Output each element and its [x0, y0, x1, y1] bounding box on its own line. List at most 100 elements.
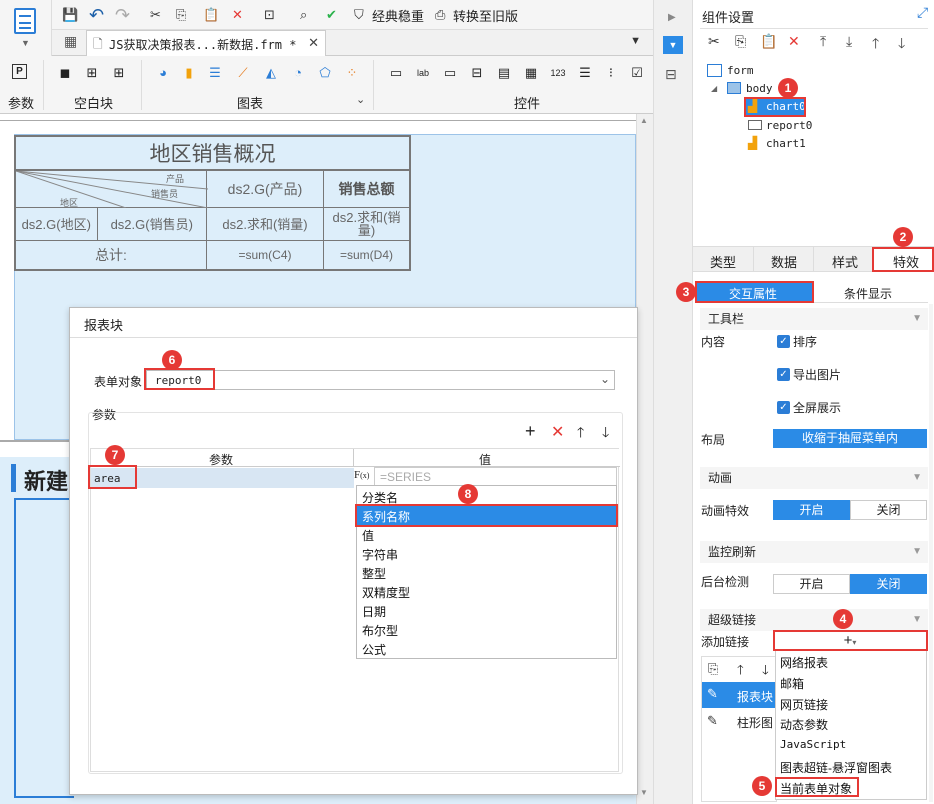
layout-icon[interactable]: ⊟ — [665, 66, 677, 83]
text-widget-icon[interactable]: lab — [414, 64, 432, 82]
textarea-widget-icon[interactable]: ☰ — [576, 64, 594, 82]
fullscreen-checkbox[interactable]: ✓ — [777, 401, 790, 414]
grid-icon[interactable]: ▦ — [64, 33, 77, 50]
undo-icon[interactable]: ↶ — [89, 5, 104, 25]
expand-icon[interactable]: ▶ — [668, 12, 676, 23]
radar-chart-icon[interactable]: ⬠ — [316, 64, 334, 82]
scroll-up-icon[interactable]: ▲ — [640, 116, 648, 125]
cut-icon[interactable]: ✂ — [150, 5, 161, 25]
tree-report0[interactable]: report0 — [766, 119, 812, 132]
report-table[interactable]: 地区销售概况 产品 销售员 地区 ds2.G(产品) 销售总额 ds2.G(地区… — [14, 135, 411, 271]
sort-checkbox[interactable]: ✓ — [777, 335, 790, 348]
monitor-on-button[interactable]: 开启 — [773, 574, 850, 594]
section-toolbar[interactable]: 工具栏 ▼ — [700, 308, 928, 330]
anim-off-button[interactable]: 关闭 — [850, 500, 927, 520]
pie-chart-icon[interactable]: ◕ — [154, 64, 172, 82]
save-icon[interactable]: 💾 — [62, 5, 78, 25]
theme-icon[interactable]: ⛉ — [354, 5, 364, 25]
form-object-select[interactable]: report0 ⌄ — [146, 370, 615, 390]
paste-icon[interactable]: 📋 — [203, 5, 219, 25]
delete-param-icon[interactable]: ✕ — [551, 422, 564, 442]
move-down-icon[interactable]: 🡓 — [602, 422, 609, 446]
preview-icon[interactable]: ⌕ — [300, 5, 307, 25]
convert-old-version-button[interactable]: 转换至旧版 — [453, 6, 518, 25]
bar-chart-icon[interactable]: ▮ — [180, 64, 198, 82]
option-formula[interactable]: 公式 — [362, 641, 386, 658]
section-hyperlink[interactable]: 超级链接 ▼ — [700, 609, 928, 631]
add-param-icon[interactable]: + — [525, 421, 536, 442]
area-chart-icon[interactable]: ◭ — [262, 64, 280, 82]
button-widget-icon[interactable]: ▭ — [441, 64, 459, 82]
link-menu-web-report[interactable]: 网络报表 — [780, 654, 828, 671]
tree-body[interactable]: body — [746, 82, 773, 95]
move-down-icon[interactable]: 🡓 — [762, 661, 769, 683]
copy-icon[interactable]: ⎘ — [176, 5, 186, 25]
formula-input[interactable]: =SERIES — [374, 467, 617, 486]
option-integer[interactable]: 整型 — [362, 565, 386, 582]
link-menu-email[interactable]: 邮箱 — [780, 675, 804, 692]
section-animation[interactable]: 动画 ▼ — [700, 467, 928, 489]
export-image-checkbox[interactable]: ✓ — [777, 368, 790, 381]
convert-icon[interactable]: ⎙ — [435, 5, 445, 25]
component-settings-toggle[interactable]: ▼ — [663, 36, 683, 54]
delete-icon[interactable]: ✕ — [232, 5, 243, 25]
edit-icon[interactable]: ✎ — [707, 713, 718, 729]
formula-type-button[interactable]: F(x) — [354, 466, 374, 486]
report-block-icon[interactable]: ⊞ — [110, 64, 128, 82]
tree-collapse-icon[interactable]: ◢ — [711, 84, 717, 93]
absolute-block-icon[interactable]: ◼ — [56, 64, 74, 82]
tree-chart1[interactable]: chart1 — [766, 137, 806, 150]
gauge-chart-icon[interactable]: ◔ — [289, 64, 307, 82]
app-menu-button[interactable]: ▼ — [0, 0, 52, 56]
move-top-icon[interactable]: ⤒ — [820, 33, 826, 50]
tree-form[interactable]: form — [727, 64, 754, 77]
file-tab[interactable]: 🗋 JS获取决策报表...新数据.frm * ✕ — [86, 30, 326, 56]
redo-icon[interactable]: ↷ — [115, 5, 130, 25]
move-up-icon[interactable]: 🡑 — [872, 33, 879, 57]
label-widget-icon[interactable]: ▭ — [387, 64, 405, 82]
tab-style[interactable]: 样式 — [832, 252, 858, 271]
edit-icon[interactable]: ✎ — [707, 686, 718, 702]
option-string[interactable]: 字符串 — [362, 546, 398, 563]
section-monitor[interactable]: 监控刷新 ▼ — [700, 541, 928, 563]
classic-theme-button[interactable]: 经典稳重 — [372, 6, 424, 25]
line-chart-icon[interactable]: ⟋ — [234, 64, 252, 82]
delete-icon[interactable]: ✕ — [788, 33, 800, 50]
link-row-2-label[interactable]: 柱形图 — [737, 714, 773, 731]
param-panel-icon[interactable]: P — [12, 64, 27, 79]
anim-on-button[interactable]: 开启 — [773, 500, 850, 520]
link-menu-dynamic-param[interactable]: 动态参数 — [780, 716, 828, 733]
chevron-down-icon[interactable]: ⌄ — [356, 93, 365, 106]
cut-icon[interactable]: ✂ — [708, 33, 720, 50]
close-icon[interactable]: ✕ — [308, 35, 319, 51]
template-icon[interactable]: ⊡ — [264, 5, 275, 25]
copy-icon[interactable]: ⎘ — [708, 661, 718, 677]
move-up-icon[interactable]: 🡑 — [737, 661, 744, 683]
list-widget-icon[interactable]: ▤ — [495, 64, 513, 82]
tab-data[interactable]: 数据 — [771, 252, 797, 271]
paste-icon[interactable]: 📋 — [760, 33, 777, 50]
horizontal-bar-icon[interactable]: ☰ — [206, 64, 224, 82]
subtab-condition[interactable]: 条件显示 — [844, 285, 892, 302]
collapse-arrow-icon[interactable]: ⤢ — [917, 4, 928, 21]
option-double[interactable]: 双精度型 — [362, 584, 410, 601]
tab-type[interactable]: 类型 — [710, 252, 736, 271]
scatter-chart-icon[interactable]: ⁘ — [343, 64, 361, 82]
move-up-icon[interactable]: 🡑 — [577, 422, 584, 446]
combo-widget-icon[interactable]: ⊟ — [468, 64, 486, 82]
link-menu-javascript[interactable]: JavaScript — [780, 738, 846, 751]
layout-select[interactable]: 收缩于抽屉菜单内 — [773, 429, 927, 448]
monitor-off-button[interactable]: 关闭 — [850, 574, 927, 594]
option-value[interactable]: 值 — [362, 527, 374, 544]
checkbox-widget-icon[interactable]: ☑ — [628, 64, 646, 82]
link-menu-webpage[interactable]: 网页链接 — [780, 696, 828, 713]
number-widget-icon[interactable]: 123 — [549, 64, 567, 82]
copy-icon[interactable]: ⎘ — [735, 33, 746, 50]
scroll-down-icon[interactable]: ▼ — [640, 788, 648, 797]
date-widget-icon[interactable]: ▦ — [522, 64, 540, 82]
check-icon[interactable]: ✔ — [326, 5, 337, 25]
link-menu-chart-float[interactable]: 图表超链-悬浮窗图表 — [780, 759, 892, 776]
option-date[interactable]: 日期 — [362, 603, 386, 620]
move-down-icon[interactable]: 🡓 — [898, 33, 905, 57]
move-bottom-icon[interactable]: ⤓ — [846, 33, 852, 50]
